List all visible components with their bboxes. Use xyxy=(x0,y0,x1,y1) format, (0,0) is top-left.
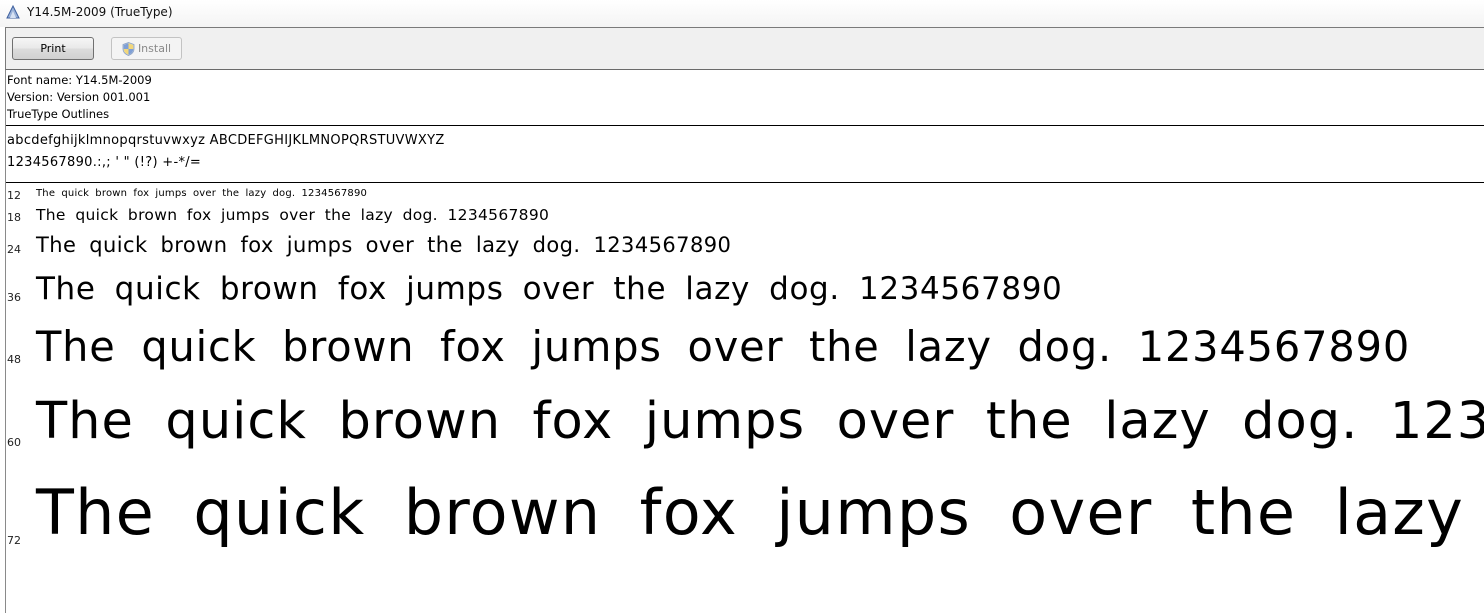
charset-letters: abcdefghijklmnopqrstuvwxyz ABCDEFGHIJKLM… xyxy=(7,133,445,148)
sample-text: The quick brown fox jumps over the lazy … xyxy=(36,322,1411,371)
sample-text: The quick brown fox jumps over the lazy … xyxy=(36,188,368,199)
charset-symbols: 1234567890.:,; ' " (!?) +-*/= xyxy=(7,155,202,170)
sample-size-label: 36 xyxy=(7,291,21,304)
font-name: Font name: Y14.5M-2009 xyxy=(7,73,152,87)
font-info: Font name: Y14.5M-2009 Version: Version … xyxy=(7,72,152,123)
sample-size-label: 48 xyxy=(7,353,21,366)
sample-text: The quick brown fox jumps over the lazy … xyxy=(36,392,1484,451)
install-button-label: Install xyxy=(137,42,172,55)
font-file-icon xyxy=(6,5,20,19)
sample-text: The quick brown fox jumps over the lazy … xyxy=(36,206,550,224)
sample-size-label: 12 xyxy=(7,189,21,202)
window-title: Y14.5M-2009 (TrueType) xyxy=(27,5,173,19)
title-bar: Y14.5M-2009 (TrueType) xyxy=(0,0,1484,27)
print-button[interactable]: Print xyxy=(12,37,94,60)
divider xyxy=(6,182,1484,183)
sample-text: The quick brown fox jumps over the lazy … xyxy=(36,233,732,257)
sample-text: The quick brown fox jumps over the lazy … xyxy=(36,271,1063,307)
toolbar: Print Install xyxy=(5,27,1484,71)
sample-size-label: 18 xyxy=(7,211,21,224)
print-button-label: Print xyxy=(40,42,66,55)
uac-shield-icon xyxy=(122,41,135,56)
font-preview-pane: Font name: Y14.5M-2009 Version: Version … xyxy=(5,70,1484,613)
sample-size-label: 72 xyxy=(7,534,21,547)
font-outline-type: TrueType Outlines xyxy=(7,107,110,121)
divider xyxy=(6,125,1484,126)
sample-size-label: 60 xyxy=(7,436,21,449)
install-button[interactable]: Install xyxy=(111,37,182,60)
font-version: Version: Version 001.001 xyxy=(7,90,151,104)
sample-text: The quick brown fox jumps over the lazy … xyxy=(36,476,1484,549)
sample-size-label: 24 xyxy=(7,243,21,256)
